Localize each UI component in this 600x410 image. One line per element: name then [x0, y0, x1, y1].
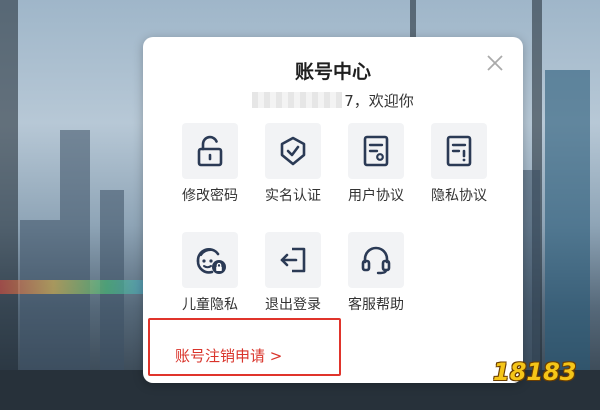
- change-password-label: 修改密码: [182, 188, 238, 204]
- welcome-text: 7，欢迎你: [344, 91, 414, 110]
- account-cancellation-link[interactable]: 账号注销申请 >: [175, 345, 282, 366]
- headset-icon: [361, 246, 391, 275]
- child-face-lock-icon: [196, 248, 226, 274]
- shield-check-icon: [280, 136, 306, 166]
- privacy-agreement-tile: [431, 123, 487, 179]
- account-center-dialog: 账号中心 7，欢迎你 修改密码 实名认证 用户协议 隐私协议 儿童隐私 退出登录…: [143, 37, 523, 383]
- customer-service-tile: [348, 232, 404, 288]
- chevron-right-icon: >: [269, 347, 283, 365]
- real-name-verification-label: 实名认证: [265, 188, 321, 204]
- real-name-verification-button[interactable]: 实名认证: [255, 123, 335, 213]
- watermark-logo: 18183: [493, 358, 585, 388]
- logout-icon: [280, 247, 306, 273]
- document-icon: [363, 135, 389, 167]
- welcome-message: 7，欢迎你: [143, 89, 523, 111]
- user-agreement-tile: [348, 123, 404, 179]
- close-icon: [487, 55, 503, 71]
- logout-tile: [265, 232, 321, 288]
- watermark-text: 18183: [493, 358, 577, 386]
- user-agreement-label: 用户协议: [348, 188, 404, 204]
- user-agreement-button[interactable]: 用户协议: [338, 123, 418, 213]
- child-privacy-label: 儿童隐私: [182, 297, 238, 313]
- customer-service-label: 客服帮助: [348, 297, 404, 313]
- logout-label: 退出登录: [265, 297, 321, 313]
- change-password-button[interactable]: 修改密码: [172, 123, 252, 213]
- unlock-icon: [197, 135, 223, 167]
- dialog-title: 账号中心: [294, 61, 371, 83]
- logout-button[interactable]: 退出登录: [255, 232, 335, 322]
- close-button[interactable]: [483, 51, 507, 75]
- account-cancellation-label: 账号注销申请: [175, 347, 266, 365]
- child-privacy-button[interactable]: 儿童隐私: [172, 232, 252, 322]
- masked-username: [252, 92, 343, 108]
- customer-service-button[interactable]: 客服帮助: [338, 232, 418, 322]
- change-password-tile: [182, 123, 238, 179]
- real-name-verification-tile: [265, 123, 321, 179]
- privacy-agreement-button[interactable]: 隐私协议: [421, 123, 501, 213]
- privacy-agreement-label: 隐私协议: [431, 188, 487, 204]
- document-alert-icon: [446, 135, 472, 167]
- child-privacy-tile: [182, 232, 238, 288]
